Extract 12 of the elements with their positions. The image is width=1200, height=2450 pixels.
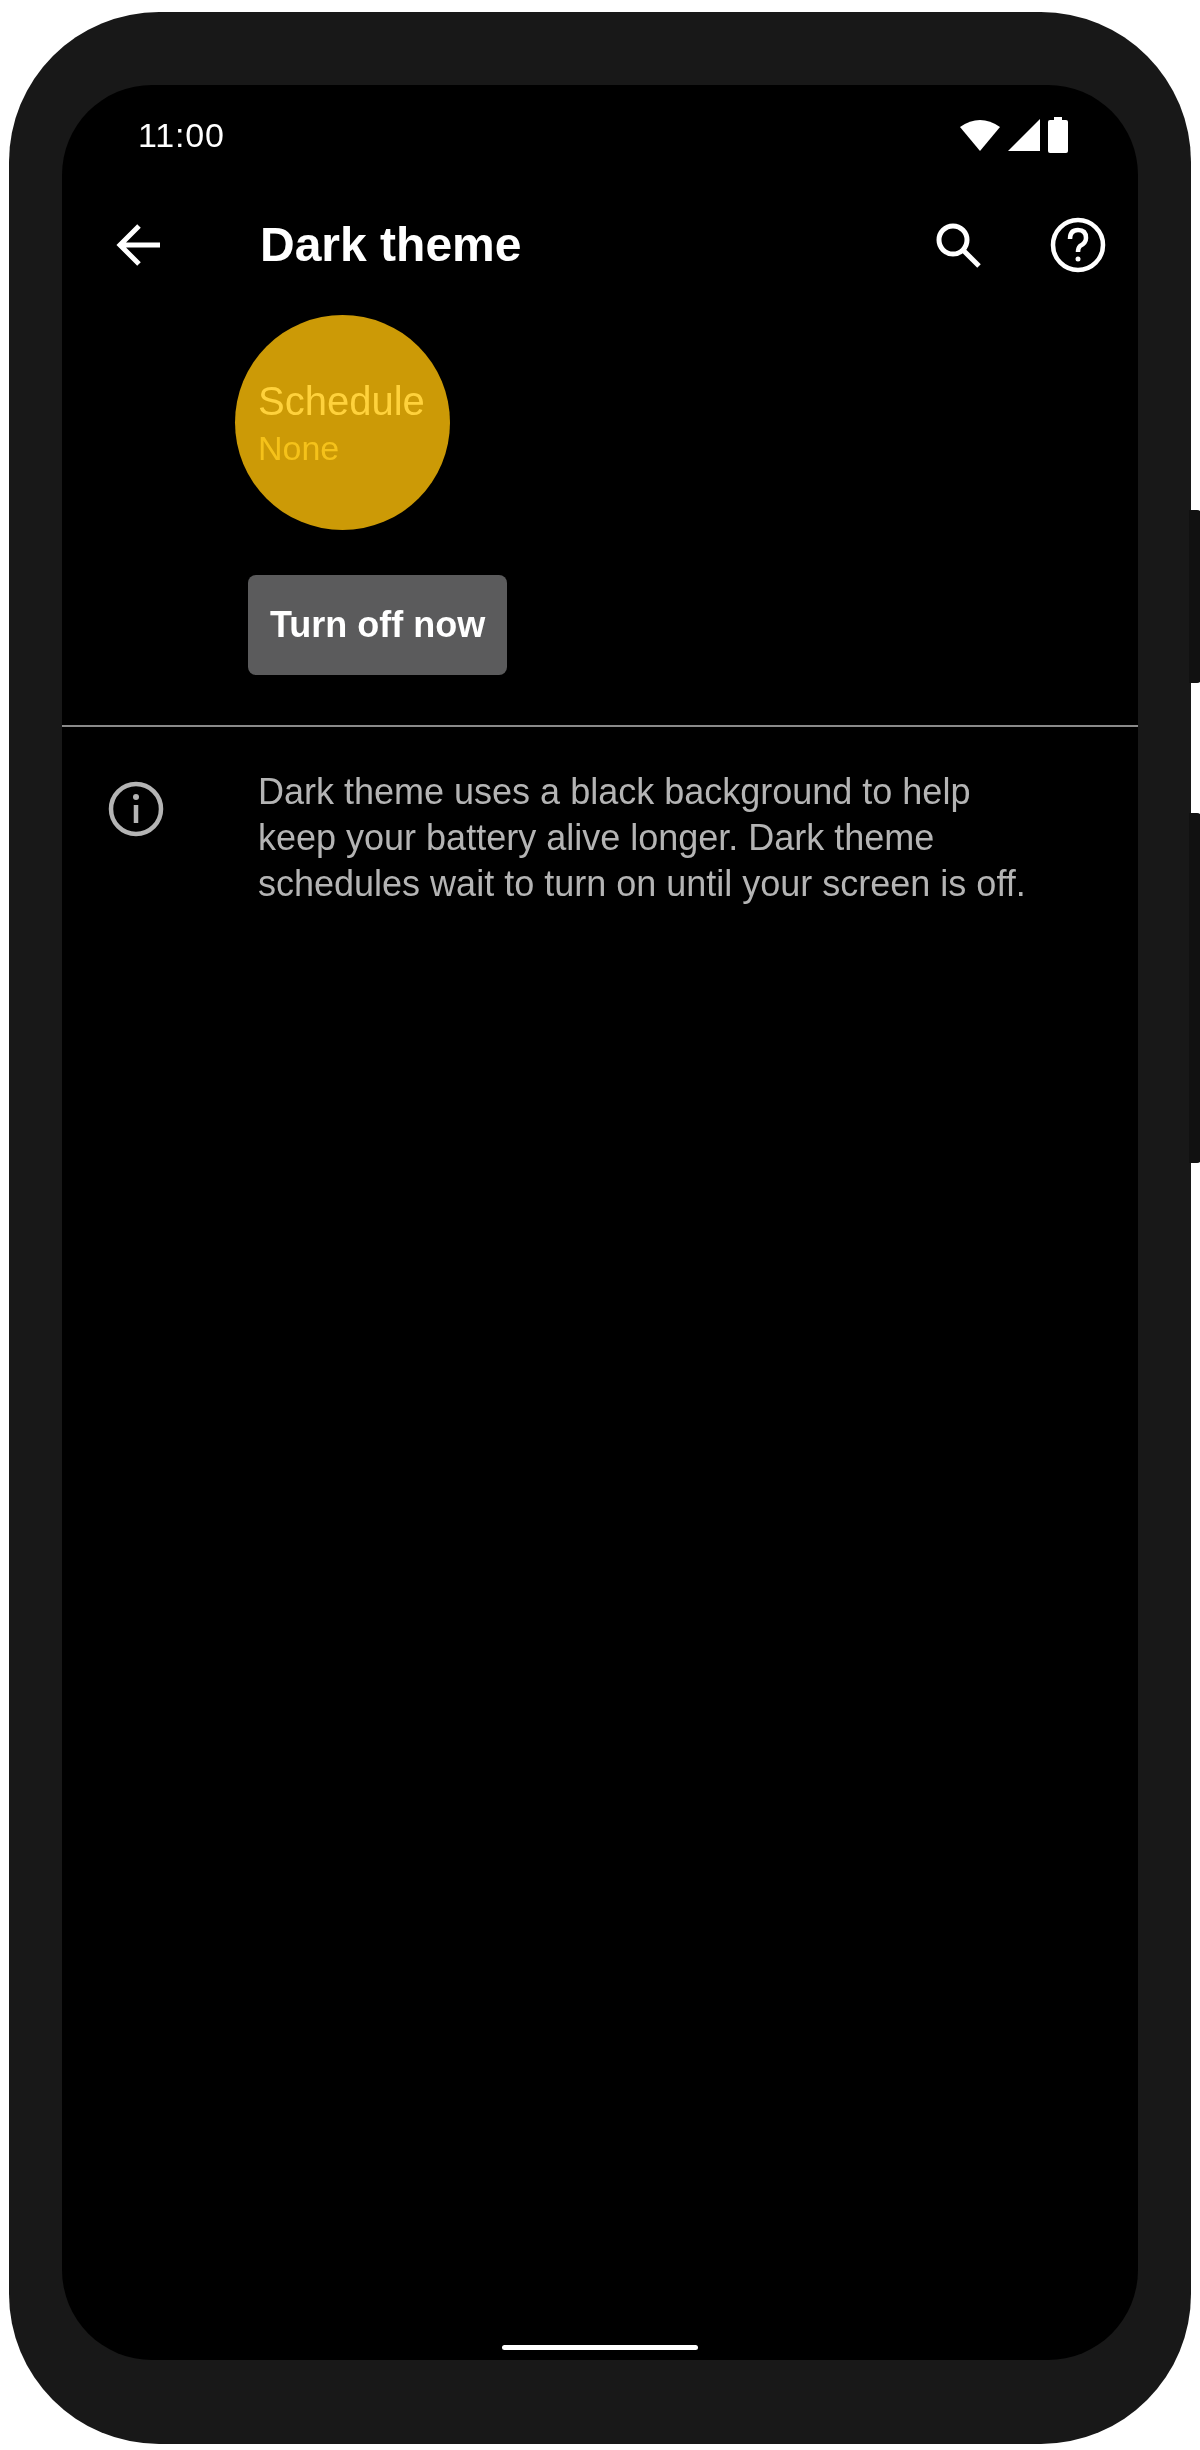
info-icon [108,781,164,837]
help-icon [1050,217,1106,273]
signal-icon [1008,119,1040,151]
schedule-label: Schedule [258,377,426,425]
page-title: Dark theme [260,217,523,273]
battery-icon [1048,117,1068,153]
info-text: Dark theme uses a black background to help keep your battery alive longer. Dark theme schedules wait to turn on until your screen is off. [258,770,1027,906]
help-button[interactable] [1048,215,1108,275]
status-time: 11:00 [138,114,225,156]
back-arrow-icon [116,223,162,267]
turn-off-button[interactable]: Turn off now [248,575,508,675]
wifi-icon [960,119,1000,151]
